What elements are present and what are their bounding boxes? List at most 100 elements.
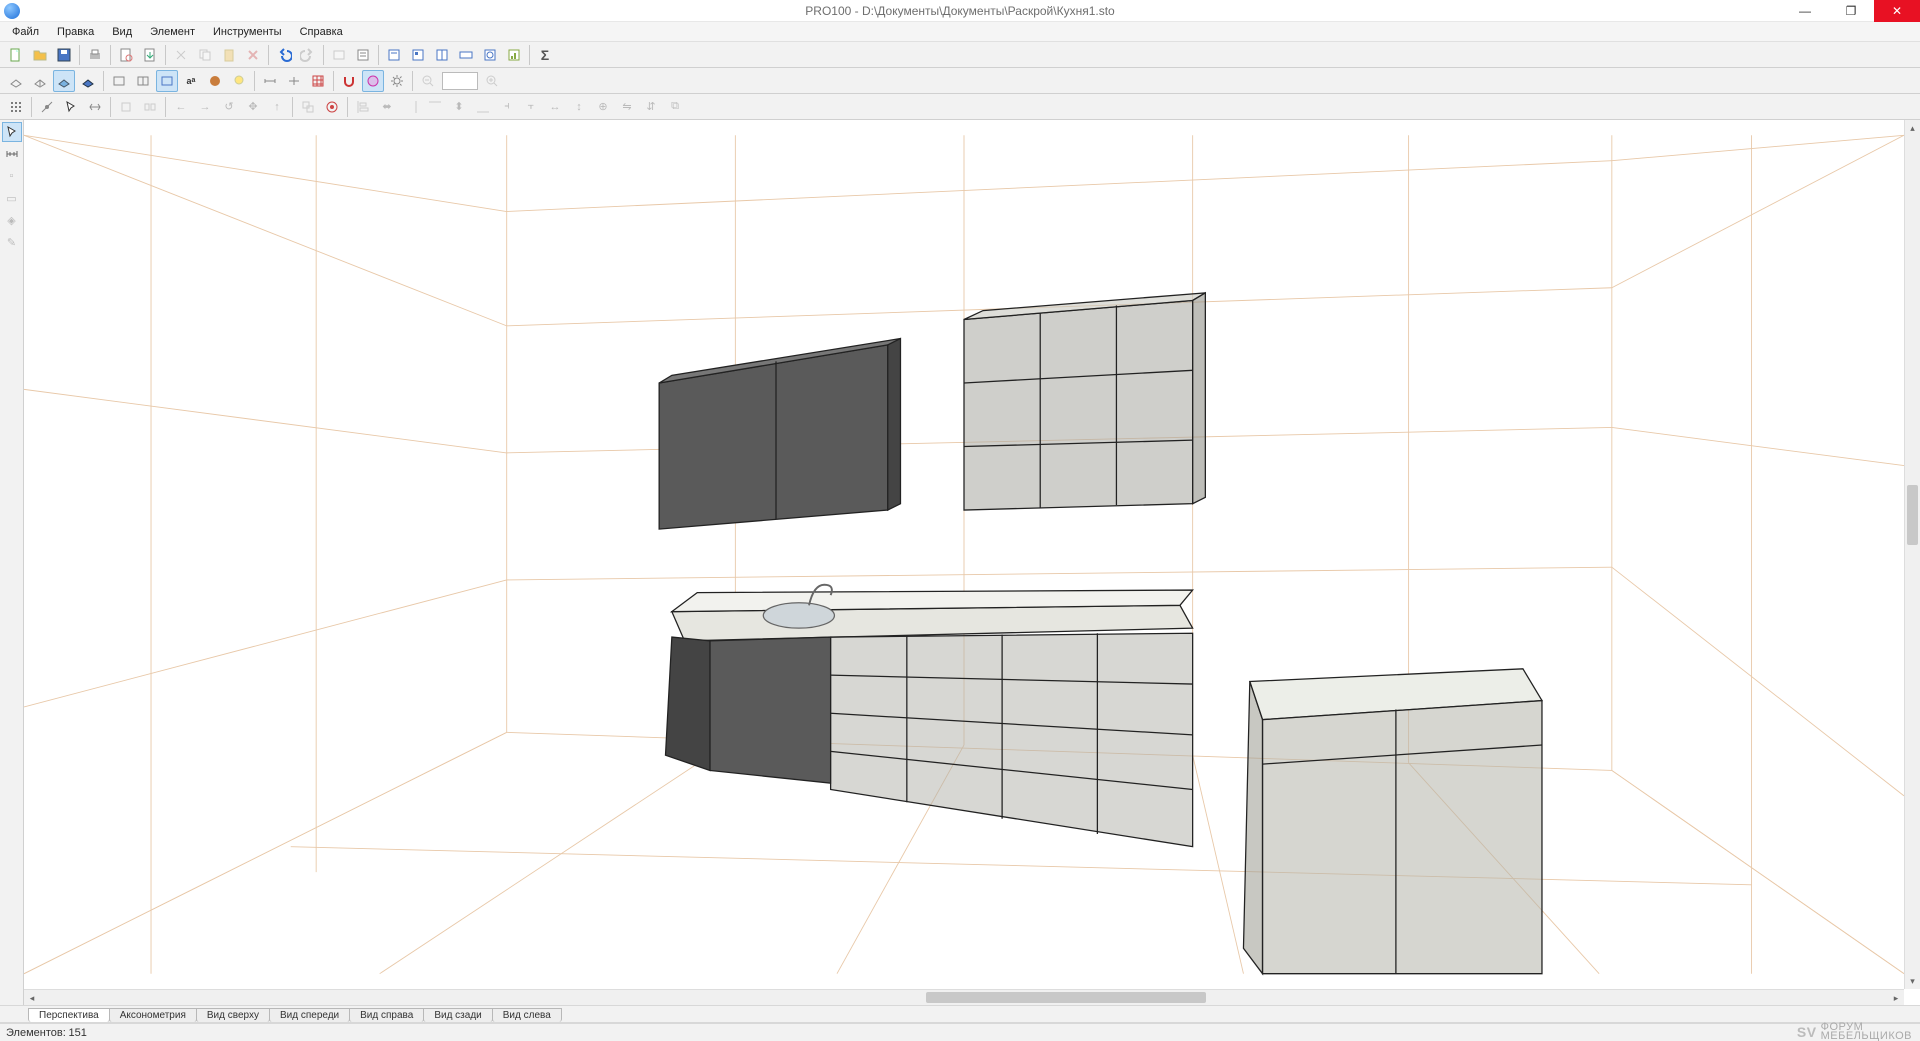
tab-axonometry[interactable]: Аксонометрия [109, 1008, 197, 1022]
cut-icon[interactable] [170, 44, 192, 66]
tab-top[interactable]: Вид сверху [196, 1008, 270, 1022]
spacing-v-icon[interactable]: ↕ [568, 96, 590, 118]
tab-perspective[interactable]: Перспектива [28, 1008, 110, 1022]
text-label-icon[interactable]: aa [180, 70, 202, 92]
material-icon[interactable] [204, 70, 226, 92]
distribute-h-icon[interactable]: ⫞ [496, 96, 518, 118]
report-5-icon[interactable] [479, 44, 501, 66]
status-elements-label: Элементов: [6, 1027, 66, 1039]
tool-5-icon[interactable]: ◈ [2, 210, 22, 230]
zoom-input[interactable] [442, 72, 478, 90]
arrow-up-icon[interactable]: ↑ [266, 96, 288, 118]
statusbar: Элементов: 151 SV ФОРУМ МЕБЕЛЬЩИКОВ [0, 1023, 1920, 1041]
settings-gear-icon[interactable] [386, 70, 408, 92]
report-2-icon[interactable] [407, 44, 429, 66]
view-wire-icon[interactable] [5, 70, 27, 92]
tool-3-icon[interactable]: ▫ [2, 166, 22, 186]
minimize-button[interactable]: — [1782, 0, 1828, 22]
tab-front[interactable]: Вид спереди [269, 1008, 350, 1022]
arrow-left-icon[interactable]: ← [170, 96, 192, 118]
snap-edge-icon[interactable] [84, 96, 106, 118]
view-solid-icon[interactable] [53, 70, 75, 92]
open-file-icon[interactable] [29, 44, 51, 66]
dimension-2-icon[interactable] [283, 70, 305, 92]
snap-grid-icon[interactable] [5, 96, 27, 118]
align-2-icon[interactable] [139, 96, 161, 118]
select-cursor-icon[interactable] [60, 96, 82, 118]
app-icon [4, 3, 20, 19]
menu-view[interactable]: Вид [104, 24, 140, 40]
lights-icon[interactable] [228, 70, 250, 92]
tab-right[interactable]: Вид справа [349, 1008, 424, 1022]
close-button[interactable]: ✕ [1874, 0, 1920, 22]
zoom-in-icon[interactable] [481, 70, 503, 92]
watermark: SV ФОРУМ МЕБЕЛЬЩИКОВ [1797, 1023, 1912, 1041]
tool-4-icon[interactable]: ▭ [2, 188, 22, 208]
align-left-icon[interactable] [352, 96, 374, 118]
align-bottom-icon[interactable] [472, 96, 494, 118]
mode-1-icon[interactable] [108, 70, 130, 92]
mode-2-icon[interactable] [132, 70, 154, 92]
print-icon[interactable] [84, 44, 106, 66]
align-middle-icon[interactable]: ⬍ [448, 96, 470, 118]
mirror-icon[interactable]: ⧉ [664, 96, 686, 118]
move-icon[interactable]: ✥ [242, 96, 264, 118]
paste-icon[interactable] [218, 44, 240, 66]
titlebar: PRO100 - D:\Документы\Документы\Раскрой\… [0, 0, 1920, 22]
zoom-out-icon[interactable] [417, 70, 439, 92]
grid-toggle-icon[interactable] [307, 70, 329, 92]
target-icon[interactable] [321, 96, 343, 118]
menu-help[interactable]: Справка [292, 24, 351, 40]
flip-h-icon[interactable]: ⇋ [616, 96, 638, 118]
new-file-icon[interactable] [5, 44, 27, 66]
export-icon[interactable] [139, 44, 161, 66]
snap-vertex-icon[interactable] [36, 96, 58, 118]
snap-magnet-icon[interactable] [338, 70, 360, 92]
menu-element[interactable]: Элемент [142, 24, 203, 40]
menu-file[interactable]: Файл [4, 24, 47, 40]
align-right-icon[interactable] [400, 96, 422, 118]
maximize-button[interactable]: ❐ [1828, 0, 1874, 22]
measure-tool-icon[interactable] [2, 144, 22, 164]
report-1-icon[interactable] [383, 44, 405, 66]
dimension-1-icon[interactable] [259, 70, 281, 92]
view-tabs: Перспектива Аксонометрия Вид сверху Вид … [0, 1005, 1920, 1023]
spacing-h-icon[interactable]: ↔ [544, 96, 566, 118]
view-textured-icon[interactable] [77, 70, 99, 92]
report-4-icon[interactable] [455, 44, 477, 66]
rotate-ccw-icon[interactable]: ↺ [218, 96, 240, 118]
menu-tools[interactable]: Инструменты [205, 24, 290, 40]
center-icon[interactable]: ⊕ [592, 96, 614, 118]
sum-icon[interactable]: Σ [534, 44, 556, 66]
flip-v-icon[interactable]: ⇵ [640, 96, 662, 118]
vertical-scrollbar[interactable]: ▴▾ [1904, 120, 1920, 989]
group-icon[interactable] [297, 96, 319, 118]
report-3-icon[interactable] [431, 44, 453, 66]
align-top-icon[interactable] [424, 96, 446, 118]
redo-icon[interactable] [297, 44, 319, 66]
report-6-icon[interactable] [503, 44, 525, 66]
delete-icon[interactable] [242, 44, 264, 66]
distribute-v-icon[interactable]: ⫟ [520, 96, 542, 118]
pointer-tool-icon[interactable] [2, 122, 22, 142]
properties-icon[interactable] [352, 44, 374, 66]
horizontal-scrollbar[interactable]: ◂▸ [24, 989, 1904, 1005]
snap-options-icon[interactable] [362, 70, 384, 92]
tool-6-icon[interactable]: ✎ [2, 232, 22, 252]
copy-icon[interactable] [194, 44, 216, 66]
mode-3-icon[interactable] [156, 70, 178, 92]
viewport-container: ▴▾ ◂▸ [24, 120, 1920, 1005]
tab-back[interactable]: Вид сзади [423, 1008, 492, 1022]
arrow-right-icon[interactable]: → [194, 96, 216, 118]
align-center-h-icon[interactable]: ⬌ [376, 96, 398, 118]
toolbar-edit: ← → ↺ ✥ ↑ ⬌ ⬍ ⫞ ⫟ ↔ ↕ ⊕ ⇋ ⇵ ⧉ [0, 94, 1920, 120]
view-hidden-icon[interactable] [29, 70, 51, 92]
module-icon[interactable] [328, 44, 350, 66]
align-1-icon[interactable] [115, 96, 137, 118]
page-setup-icon[interactable] [115, 44, 137, 66]
viewport-3d[interactable] [24, 120, 1904, 989]
undo-icon[interactable] [273, 44, 295, 66]
tab-left[interactable]: Вид слева [492, 1008, 562, 1022]
save-icon[interactable] [53, 44, 75, 66]
menu-edit[interactable]: Правка [49, 24, 102, 40]
